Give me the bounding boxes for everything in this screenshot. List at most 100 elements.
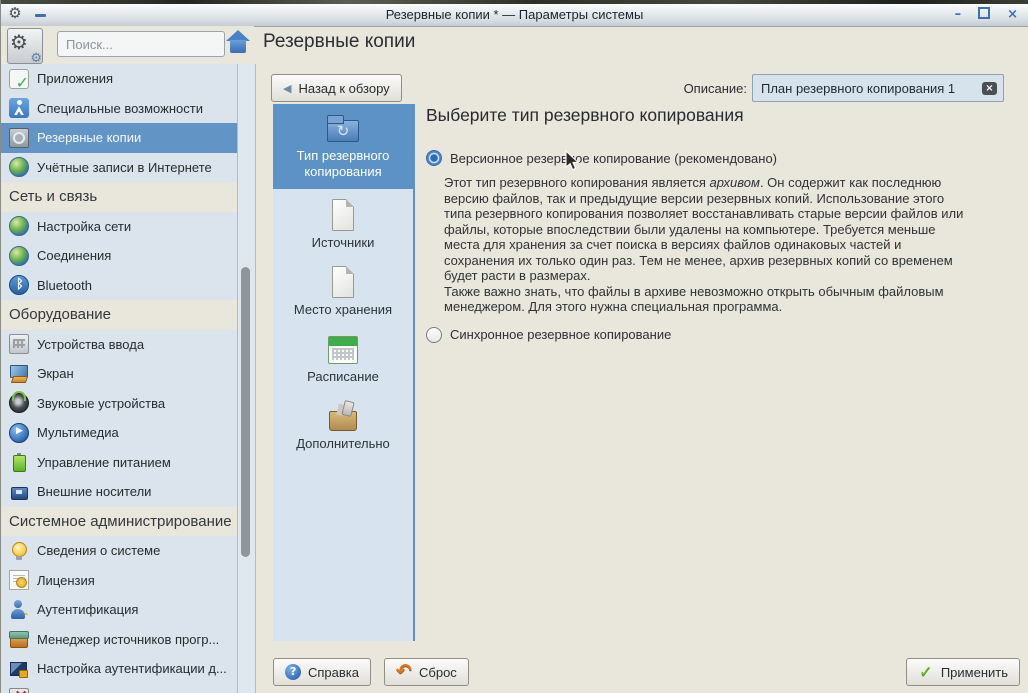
radio-option-versioned[interactable]: Версионное резервное копирование (рекоме… bbox=[426, 150, 1009, 166]
sidebar-item[interactable]: Экран bbox=[1, 359, 237, 389]
sidebar-item[interactable]: Специальные возможности bbox=[1, 94, 237, 124]
applications-icon bbox=[9, 68, 29, 92]
plan-nav-item[interactable]: Место хранения bbox=[273, 256, 413, 323]
sidebar-item[interactable]: Лицензия bbox=[1, 566, 237, 596]
window-menu-dash-icon[interactable] bbox=[35, 14, 46, 17]
sidebar-item[interactable]: Настройка аутентификации д... bbox=[1, 654, 237, 684]
sidebar-item-label: Приложения bbox=[37, 71, 114, 87]
plan-nav: Тип резервного копирования Источники Мес… bbox=[273, 104, 415, 641]
multimedia-icon bbox=[9, 422, 29, 443]
connections-icon bbox=[9, 245, 29, 266]
sidebar-item-label: Управление питанием bbox=[37, 454, 171, 470]
sidebar-item-label: Bluetooth bbox=[37, 277, 92, 293]
help-button[interactable]: Справка bbox=[273, 658, 371, 686]
license-icon bbox=[9, 570, 29, 591]
plan-nav-item[interactable]: Дополнительно bbox=[273, 390, 413, 457]
sidebar-item-label: Специальные возможности bbox=[37, 100, 203, 116]
sidebar-item-label: Экран bbox=[37, 366, 74, 382]
sidebar-item-label: Внешние носители bbox=[37, 484, 152, 500]
sidebar-item-label: Резервные копии bbox=[37, 130, 142, 146]
control-center-logo-icon: ⚙ ⚙ bbox=[7, 28, 43, 66]
sidebar-item[interactable]: Мультимедиа bbox=[1, 418, 237, 448]
minimize-button[interactable]: – bbox=[955, 4, 962, 26]
reset-button-label: Сброс bbox=[419, 664, 457, 680]
plan-nav-item[interactable]: Расписание bbox=[273, 323, 413, 390]
advanced-icon bbox=[326, 399, 360, 433]
apply-button-label: Применить bbox=[940, 664, 1008, 680]
option-label: Синхронное резервное копирование bbox=[450, 327, 672, 342]
sound-icon bbox=[9, 391, 29, 414]
category-list: Приложения Специальные возможности Резер… bbox=[1, 64, 237, 693]
sidebar-item-label: Учётные записи в Интернете bbox=[37, 159, 212, 175]
description-text: . Он содержит как последнюю версию файло… bbox=[444, 175, 964, 314]
sidebar-item-label: Устройства ввода bbox=[37, 336, 145, 352]
video-card-icon bbox=[9, 686, 29, 693]
sidebar-item[interactable]: Внешние носители bbox=[1, 477, 237, 507]
accessibility-icon bbox=[9, 98, 29, 119]
back-button-label: Назад к обзору bbox=[298, 80, 390, 96]
mouse-cursor bbox=[565, 150, 580, 171]
sidebar-item[interactable]: Менеджер источников прогр... bbox=[1, 625, 237, 655]
plan-nav-item[interactable]: Тип резервного копирования bbox=[273, 104, 413, 189]
sidebar-item[interactable]: Настройка сети bbox=[1, 212, 237, 242]
radio-unselected-icon[interactable] bbox=[426, 326, 442, 343]
help-button-label: Справка bbox=[308, 664, 359, 680]
storage-icon bbox=[326, 265, 360, 299]
maximize-button[interactable] bbox=[978, 4, 991, 26]
window-controls: – × bbox=[955, 4, 1018, 26]
network-icon bbox=[9, 216, 29, 237]
sidebar-section-header: Сеть и связь bbox=[1, 182, 237, 212]
clear-input-icon[interactable]: × bbox=[982, 81, 997, 95]
software-sources-icon bbox=[9, 629, 29, 649]
radio-selected-icon[interactable] bbox=[426, 150, 442, 166]
sidebar-item[interactable]: Аутентификация bbox=[1, 595, 237, 625]
undo-arrow-icon: ↶ bbox=[396, 660, 412, 682]
sidebar-item[interactable]: Приложения bbox=[1, 64, 237, 94]
home-button[interactable] bbox=[225, 30, 251, 56]
sidebar-item[interactable]: Устройства ввода bbox=[1, 330, 237, 360]
scrollbar-thumb[interactable] bbox=[241, 267, 250, 557]
sidebar-item[interactable]: Учётные записи в Интернете bbox=[1, 153, 237, 183]
sidebar-item[interactable]: Bluetooth bbox=[1, 271, 237, 301]
plan-nav-item[interactable]: Источники bbox=[273, 189, 413, 256]
search-input[interactable] bbox=[57, 31, 225, 57]
description-field: × bbox=[752, 74, 1004, 102]
close-button[interactable]: × bbox=[1007, 4, 1018, 26]
apply-button[interactable]: ✓ Применить bbox=[905, 658, 1020, 686]
description-italic-word: архивом bbox=[709, 175, 760, 190]
sidebar-item-label: Аутентификация bbox=[37, 602, 139, 618]
backups-icon bbox=[9, 127, 29, 148]
content-heading: Выберите тип резервного копирования bbox=[426, 105, 744, 125]
sidebar-item[interactable]: Настройка видеокарты bbox=[1, 684, 237, 693]
option-label: Версионное резервное копирование (рекоме… bbox=[450, 150, 777, 166]
plan-nav-item-label: Дополнительно bbox=[296, 436, 390, 451]
maximize-icon bbox=[978, 7, 991, 19]
sidebar-item-label: Системное администрирование bbox=[9, 512, 232, 530]
sidebar-item-label: Мультимедиа bbox=[37, 425, 119, 441]
toolbar: ◀ Назад к обзору Описание: × bbox=[271, 74, 1004, 102]
sidebar-header: ⚙ ⚙ bbox=[1, 26, 254, 66]
sidebar-item[interactable]: Резервные копии bbox=[1, 123, 237, 153]
sidebar-item[interactable]: Соединения bbox=[1, 241, 237, 271]
back-to-overview-button[interactable]: ◀ Назад к обзору bbox=[271, 74, 402, 102]
description-input[interactable] bbox=[753, 80, 982, 96]
radio-option-synchronized[interactable]: Синхронное резервное копирование bbox=[426, 326, 1009, 343]
schedule-icon bbox=[326, 332, 360, 366]
sidebar-item[interactable]: Управление питанием bbox=[1, 448, 237, 478]
backup-type-icon bbox=[326, 111, 360, 145]
sidebar-item[interactable]: Звуковые устройства bbox=[1, 389, 237, 419]
sidebar-item-label: Настройка аутентификации д... bbox=[37, 661, 227, 677]
sidebar-item-label: Звуковые устройства bbox=[37, 395, 166, 411]
sidebar-item[interactable]: Сведения о системе bbox=[1, 536, 237, 566]
titlebar[interactable]: ⚙ Резервные копии * — Параметры системы … bbox=[1, 4, 1028, 27]
bluetooth-icon bbox=[9, 275, 29, 296]
reset-button[interactable]: ↶ Сброс bbox=[384, 658, 469, 686]
plan-nav-item-label: Расписание bbox=[307, 369, 379, 384]
sidebar-item-label: Соединения bbox=[37, 248, 112, 264]
plan-nav-item-label: Место хранения bbox=[293, 302, 393, 317]
plan-content: Выберите тип резервного копирования Верс… bbox=[426, 105, 1009, 352]
sidebar-item-label: Оборудование bbox=[9, 306, 112, 324]
sidebar-scrollbar[interactable] bbox=[237, 64, 256, 693]
sources-icon bbox=[326, 198, 360, 232]
sidebar-section-header: Системное администрирование bbox=[1, 506, 237, 536]
